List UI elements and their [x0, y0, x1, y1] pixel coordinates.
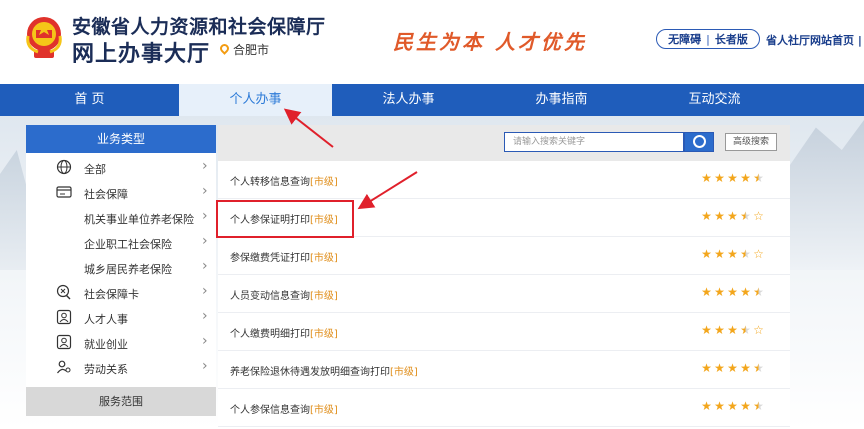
annotation-arrows	[283, 108, 418, 210]
annotation-arrow	[357, 171, 418, 210]
annotation-arrow	[283, 108, 334, 148]
